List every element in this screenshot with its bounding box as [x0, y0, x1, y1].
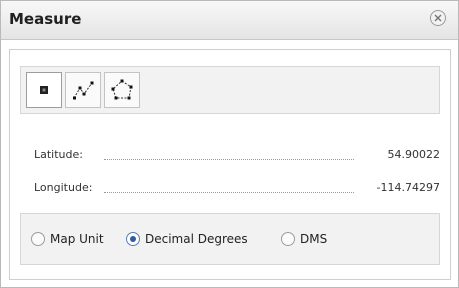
longitude-label: Longitude:: [34, 181, 96, 194]
point-tool-button[interactable]: [26, 72, 62, 108]
measure-content: Latitude: 54.90022 Longitude: -114.74297…: [9, 49, 451, 280]
polygon-icon: [111, 79, 133, 100]
decimal-degrees-label: Decimal Degrees: [145, 232, 248, 246]
dotted-leader: [104, 159, 354, 160]
polyline-icon: [73, 81, 94, 100]
longitude-value: -114.74297: [373, 181, 440, 194]
latitude-row: Latitude: 54.90022: [34, 148, 440, 166]
decimal-degrees-radio[interactable]: [126, 232, 140, 246]
close-button[interactable]: [430, 10, 446, 26]
area-tool-button[interactable]: [104, 72, 140, 108]
latitude-label: Latitude:: [34, 148, 86, 161]
map-unit-radio[interactable]: [31, 232, 45, 246]
map-unit-label: Map Unit: [50, 232, 104, 246]
point-icon: [40, 86, 48, 94]
panel-title: Measure: [9, 10, 82, 28]
line-tool-button[interactable]: [65, 72, 101, 108]
close-icon: [434, 14, 442, 22]
unit-selector: Map Unit Decimal Degrees DMS: [20, 213, 440, 265]
measure-panel: Measure Latitude: 54.90022 Longitude: -1…: [0, 0, 459, 288]
title-bar: Measure: [1, 1, 458, 40]
dms-label: DMS: [300, 232, 328, 246]
dotted-leader: [104, 192, 354, 193]
longitude-row: Longitude: -114.74297: [34, 181, 440, 199]
measure-toolbar: [20, 66, 440, 114]
dms-radio[interactable]: [281, 232, 295, 246]
latitude-value: 54.90022: [384, 148, 440, 161]
